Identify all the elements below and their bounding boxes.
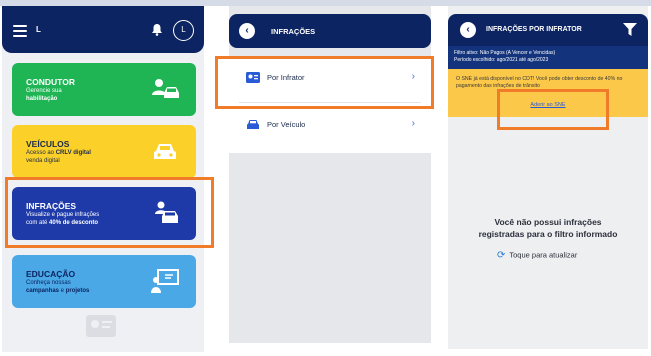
card-condutor-desc-line1: Gerencie sua: [26, 88, 62, 94]
card-veiculos-desc-bold: CRLV digital: [55, 150, 91, 156]
filter-status-text: Filtro ativo: Não Pagos (A Vencer e Venc…: [454, 50, 556, 56]
refresh-icon: ⟳: [497, 250, 506, 261]
card-condutor-desc: Gerencie sua habilitação: [26, 88, 136, 103]
card-veiculos-desc-prefix: Acesso ao: [26, 150, 56, 156]
infracoes-por-infrator-screen: ‹ INFRAÇÕES POR INFRATOR Filtro ativo: N…: [448, 6, 648, 349]
car-icon: [247, 120, 259, 129]
highlight-box-por-infrator: [215, 56, 434, 109]
bell-icon[interactable]: [151, 23, 163, 36]
empty-state-line2: registradas para o filtro informado: [478, 229, 618, 239]
driver-car-icon: [152, 79, 179, 98]
card-veiculos-desc: Acesso ao CRLV digital venda digital: [26, 150, 136, 165]
card-veiculos[interactable]: VEÍCULOS Acesso ao CRLV digital venda di…: [12, 125, 196, 178]
card-condutor[interactable]: CONDUTOR Gerencie sua habilitação: [12, 63, 196, 116]
presentation-board-icon: [151, 269, 179, 293]
back-button[interactable]: ‹: [239, 23, 255, 39]
refresh-button[interactable]: ⟳ Toque para atualizar: [497, 250, 577, 261]
empty-state-line1: Você não possui infrações: [494, 217, 602, 227]
card-educacao-desc: Conheça nossas campanhas e projetos: [26, 280, 136, 295]
infracoes-header: ‹ INFRAÇÕES: [229, 14, 431, 48]
avatar[interactable]: L: [173, 20, 194, 41]
chevron-right-icon: ›: [411, 118, 415, 129]
card-condutor-title: CONDUTOR: [26, 77, 75, 87]
page-title: INFRAÇÕES: [271, 27, 316, 36]
highlight-box-aderir-sne: [497, 89, 609, 130]
menu-icon[interactable]: [13, 25, 27, 37]
back-button[interactable]: ‹: [460, 22, 476, 38]
filter-icon[interactable]: [623, 23, 637, 36]
highlight-box-infracoes: [5, 177, 214, 248]
active-filter-bar: Filtro ativo: Não Pagos (A Vencer e Venc…: [448, 46, 648, 69]
card-veiculos-title: VEÍCULOS: [26, 139, 70, 149]
document-card-icon: [86, 315, 116, 337]
card-educacao-desc-mid: e: [59, 287, 66, 294]
filter-period-text: Período escolhido: ago/2021 até ago/2023: [454, 57, 549, 63]
user-initial: L: [36, 25, 41, 34]
app-header: L L: [2, 6, 204, 53]
card-educacao[interactable]: EDUCAÇÃO Conheça nossas campanhas e proj…: [12, 255, 196, 308]
card-condutor-desc-line2: habilitação: [26, 95, 58, 102]
card-educacao-title: EDUCAÇÃO: [26, 269, 76, 279]
card-educacao-desc-bold1: campanhas: [26, 287, 60, 294]
option-por-veiculo[interactable]: Por Veículo ›: [229, 103, 431, 148]
car-icon: [154, 144, 176, 159]
card-educacao-desc-line1: Conheça nossas: [26, 280, 71, 286]
infrator-header: ‹ INFRAÇÕES POR INFRATOR: [448, 14, 648, 46]
refresh-label: Toque para atualizar: [509, 250, 578, 260]
card-veiculos-desc-line2: venda digital: [26, 157, 60, 164]
empty-state-message: Você não possui infrações registradas pa…: [448, 216, 648, 240]
page-title: INFRAÇÕES POR INFRATOR: [486, 26, 582, 33]
sne-notice-text: O SNE já está disponível no CDT! Você po…: [456, 76, 623, 89]
card-educacao-desc-bold2: projetos: [65, 287, 90, 294]
option-por-veiculo-label: Por Veículo: [267, 120, 306, 129]
